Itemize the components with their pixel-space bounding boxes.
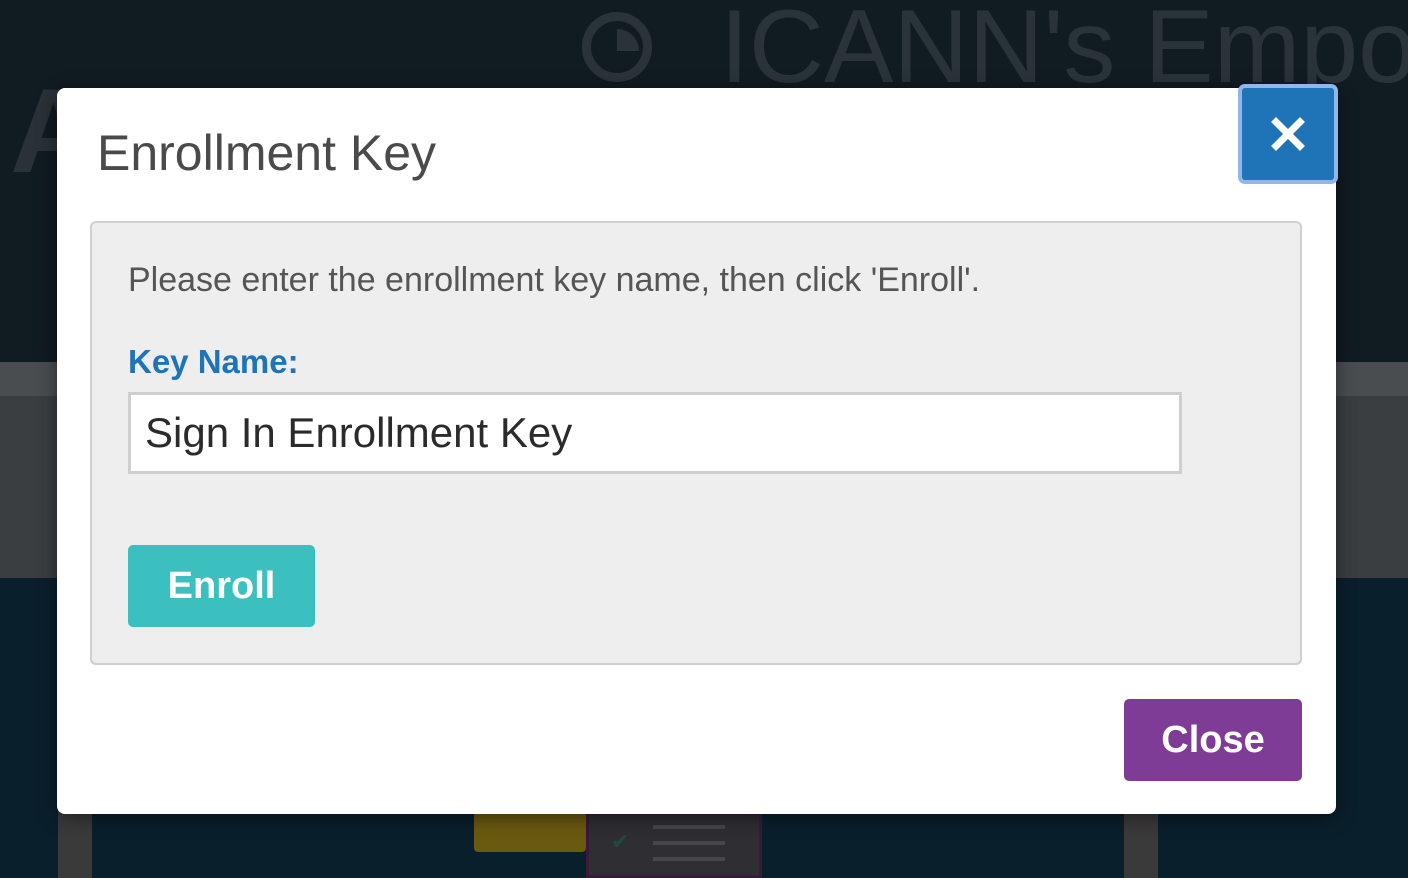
background-sticky-note (474, 812, 586, 852)
clock-icon (582, 12, 652, 82)
close-x-icon (1271, 117, 1305, 151)
doc-line (653, 841, 725, 845)
enrollment-form-panel: Please enter the enrollment key name, th… (90, 221, 1302, 665)
dialog-close-x-button[interactable] (1242, 88, 1334, 180)
enrollment-key-dialog: Enrollment Key Please enter the enrollme… (57, 88, 1336, 814)
screen: ANN ICANN's Empo ✔ Enrollment Key Please… (0, 0, 1408, 878)
enroll-button[interactable]: Enroll (128, 545, 315, 627)
close-button[interactable]: Close (1124, 699, 1302, 781)
instruction-text: Please enter the enrollment key name, th… (128, 261, 981, 299)
key-name-input[interactable] (128, 392, 1182, 474)
background-document-icon: ✔ (586, 812, 762, 878)
doc-line (653, 857, 725, 861)
key-name-label: Key Name: (128, 343, 299, 380)
dialog-title: Enrollment Key (97, 125, 437, 181)
doc-line (653, 825, 725, 829)
checkmark-icon: ✔ (611, 829, 630, 854)
